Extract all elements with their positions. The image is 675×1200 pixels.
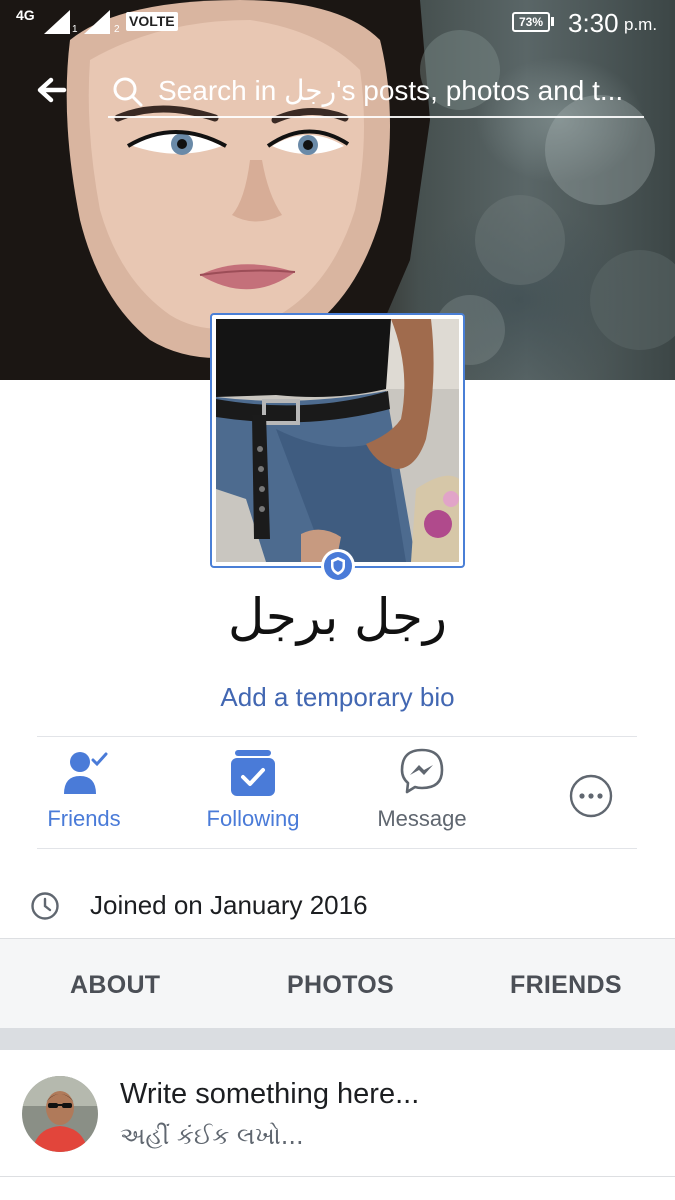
tab-friends[interactable]: FRIENDS <box>510 971 622 1000</box>
sim1-label: 1 <box>72 24 78 35</box>
signal-strength-icon <box>44 10 110 34</box>
tab-photos[interactable]: PHOTOS <box>287 971 394 1000</box>
volte-badge: VOLTE <box>126 12 178 31</box>
more-button[interactable] <box>521 746 661 838</box>
friends-label: Friends <box>47 806 121 831</box>
friends-button[interactable]: Friends <box>14 746 154 838</box>
more-options-icon <box>569 774 613 818</box>
clock-time: 3:30 <box>568 8 619 38</box>
search-icon <box>113 77 143 107</box>
user-avatar-image <box>22 1076 98 1152</box>
status-bar: 4G 1 2 VOLTE 73% 3:30 p.m. <box>0 0 675 46</box>
divider <box>37 848 637 849</box>
messenger-icon <box>400 748 444 794</box>
add-bio-link[interactable]: Add a temporary bio <box>0 682 675 713</box>
divider <box>37 736 637 737</box>
composer-prompt[interactable]: Write something here... <box>120 1078 419 1111</box>
section-separator <box>0 1028 675 1050</box>
profile-guard-shield-icon <box>324 552 352 580</box>
profile-guard-badge[interactable] <box>321 549 355 583</box>
profile-tab-bar: ABOUT PHOTOS FRIENDS <box>0 938 675 1028</box>
battery-icon: 73% <box>512 12 550 32</box>
sim2-label: 2 <box>114 24 120 35</box>
clock-ampm: p.m. <box>624 15 658 34</box>
message-button[interactable]: Message <box>352 746 492 838</box>
post-composer[interactable]: Write something here... અહીં કંઈક લખો... <box>0 1050 675 1200</box>
tab-about[interactable]: ABOUT <box>70 971 160 1000</box>
profile-picture[interactable] <box>210 313 465 568</box>
message-label: Message <box>377 806 467 831</box>
following-button[interactable]: Following <box>183 746 323 838</box>
avatar <box>22 1076 98 1152</box>
network-type: 4G <box>16 7 35 23</box>
divider <box>0 1176 675 1177</box>
search-placeholder: Search in رجل's posts, photos and t... <box>158 75 624 106</box>
battery-tip <box>551 17 554 26</box>
composer-prompt-secondary: અહીં કંઈક લખો... <box>120 1122 304 1150</box>
joined-date: Joined on January 2016 <box>90 890 368 920</box>
arrow-left-icon <box>37 77 67 103</box>
back-button[interactable] <box>32 70 74 112</box>
following-feed-icon <box>231 750 275 796</box>
following-label: Following <box>206 806 300 831</box>
clock-icon <box>31 892 59 920</box>
profile-name: رجل برجل <box>227 588 448 646</box>
friends-check-icon <box>64 752 108 794</box>
profile-search-field[interactable]: Search in رجل's posts, photos and t... <box>108 62 644 118</box>
profile-photo-image <box>216 319 459 562</box>
